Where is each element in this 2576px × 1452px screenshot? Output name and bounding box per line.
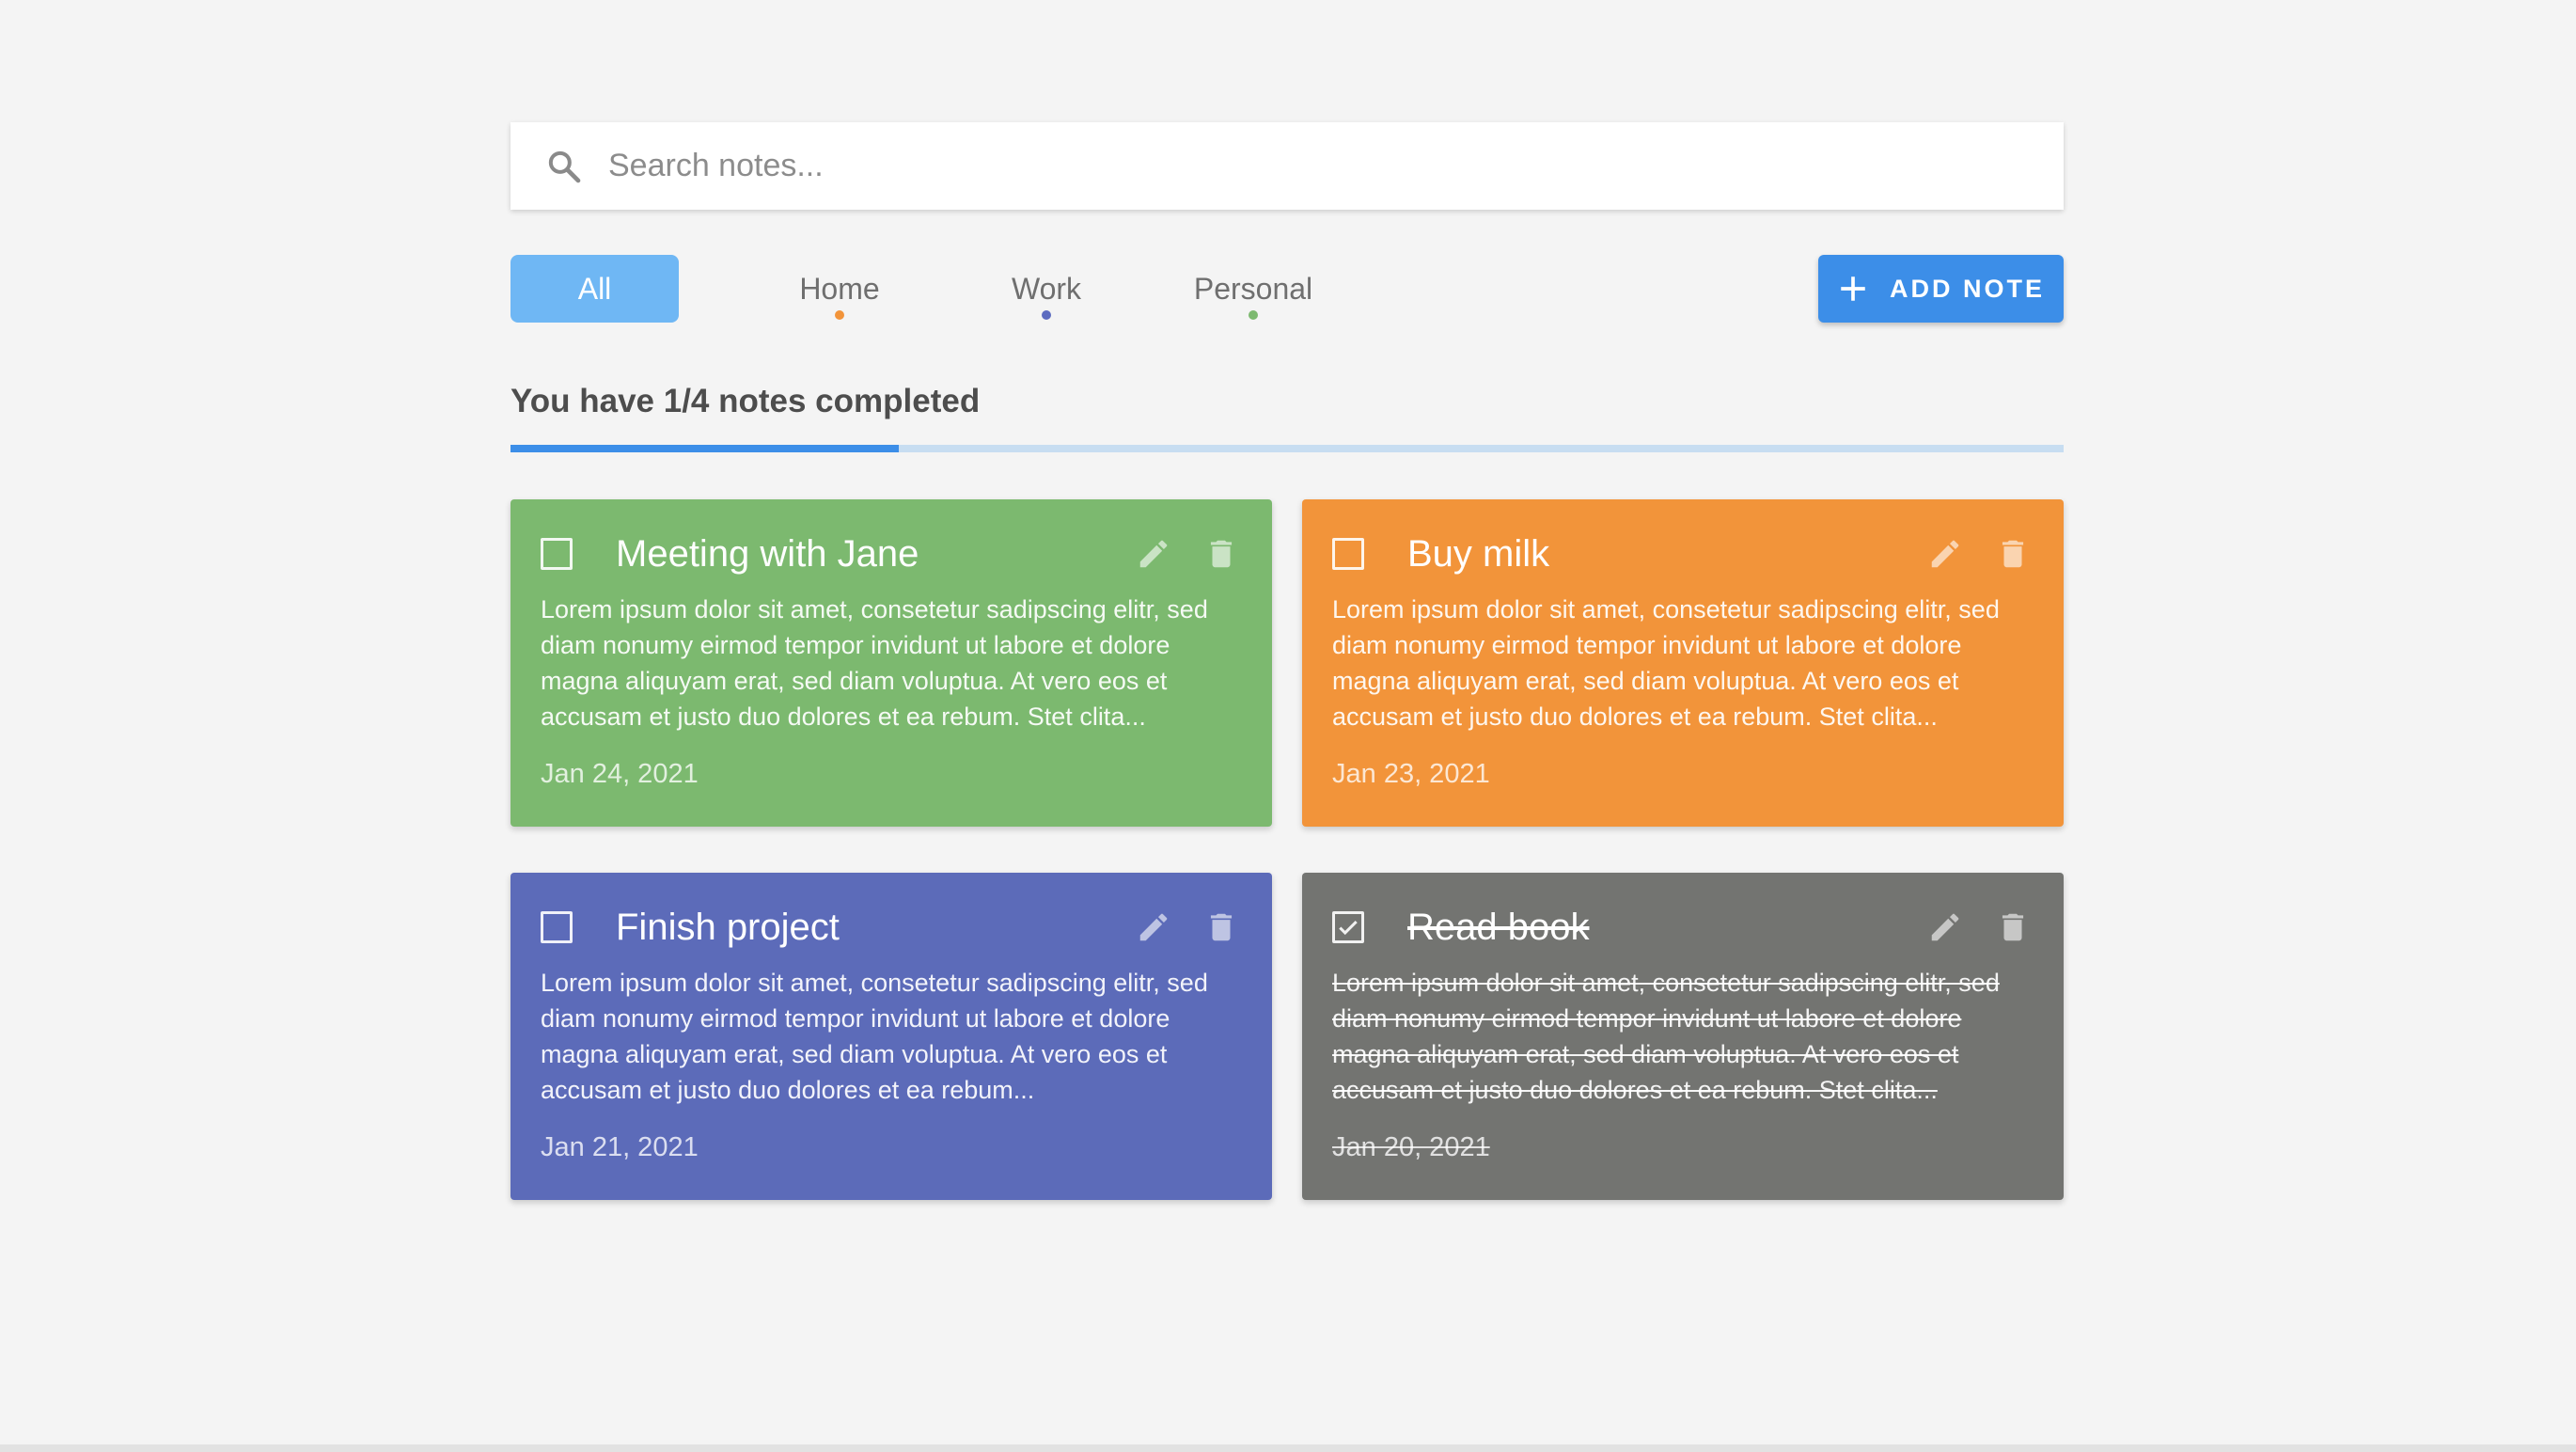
- note-body: Lorem ipsum dolor sit amet, consetetur s…: [1332, 595, 2000, 731]
- add-note-label: ADD NOTE: [1890, 274, 2045, 303]
- filter-all-tab[interactable]: All: [510, 255, 679, 323]
- note-date: Jan 23, 2021: [1332, 759, 1490, 789]
- filter-label: Work: [1011, 271, 1082, 306]
- note-card: Meeting with Jane Lorem ipsum dolor sit …: [510, 499, 1272, 827]
- pencil-icon[interactable]: [1924, 907, 1966, 948]
- personal-category-dot: [1249, 310, 1258, 320]
- pencil-icon[interactable]: [1133, 907, 1174, 948]
- note-title: Read book: [1407, 906, 1590, 948]
- trash-icon[interactable]: [1992, 533, 2034, 575]
- trash-icon[interactable]: [1201, 533, 1242, 575]
- notes-grid: Meeting with Jane Lorem ipsum dolor sit …: [510, 499, 2064, 1205]
- work-category-dot: [1042, 310, 1051, 320]
- note-date: Jan 21, 2021: [541, 1132, 699, 1162]
- note-card: Buy milk Lorem ipsum dolor sit amet, con…: [1302, 499, 2064, 827]
- note-title: Finish project: [616, 906, 840, 948]
- filter-label: Home: [799, 271, 880, 306]
- progress-bar: [510, 445, 2064, 452]
- note-header: Finish project: [541, 907, 1242, 948]
- filter-home-tab[interactable]: Home: [746, 255, 934, 323]
- note-date: Jan 20, 2021: [1332, 1132, 1490, 1162]
- filter-work-tab[interactable]: Work: [952, 255, 1140, 323]
- plus-icon: [1837, 273, 1869, 305]
- note-checkbox[interactable]: [1332, 911, 1364, 943]
- check-icon: [1339, 920, 1358, 936]
- main-container: All Home Work Personal: [510, 122, 2064, 1205]
- note-body: Lorem ipsum dolor sit amet, consetetur s…: [541, 969, 1208, 1104]
- note-header: Meeting with Jane: [541, 533, 1242, 575]
- note-header: Read book: [1332, 907, 2034, 948]
- note-title: Buy milk: [1407, 532, 1550, 575]
- progress-label: You have 1/4 notes completed: [510, 383, 981, 419]
- page-bottom-border: [0, 1444, 2576, 1452]
- trash-icon[interactable]: [1992, 907, 2034, 948]
- filter-label: Personal: [1193, 271, 1313, 306]
- note-title: Meeting with Jane: [616, 532, 919, 575]
- home-category-dot: [835, 310, 844, 320]
- add-note-button[interactable]: ADD NOTE: [1818, 255, 2064, 323]
- note-checkbox[interactable]: [541, 538, 573, 570]
- filter-label: All: [577, 271, 612, 306]
- pencil-icon[interactable]: [1924, 533, 1966, 575]
- trash-icon[interactable]: [1201, 907, 1242, 948]
- filter-personal-tab[interactable]: Personal: [1150, 255, 1357, 323]
- search-input[interactable]: [606, 147, 1926, 185]
- search-bar: [510, 122, 2064, 210]
- note-card: Finish project Lorem ipsum dolor sit ame…: [510, 873, 1272, 1200]
- progress-bar-fill: [510, 445, 899, 452]
- pencil-icon[interactable]: [1133, 533, 1174, 575]
- note-body: Lorem ipsum dolor sit amet, consetetur s…: [1332, 969, 2000, 1104]
- note-date: Jan 24, 2021: [541, 759, 699, 789]
- note-header: Buy milk: [1332, 533, 2034, 575]
- note-checkbox[interactable]: [1332, 538, 1364, 570]
- search-icon: [544, 147, 584, 186]
- note-body: Lorem ipsum dolor sit amet, consetetur s…: [541, 595, 1208, 731]
- note-checkbox[interactable]: [541, 911, 573, 943]
- notes-app: All Home Work Personal: [0, 0, 2576, 1452]
- note-card: Read book Lorem ipsum dolor sit amet, co…: [1302, 873, 2064, 1200]
- filter-bar: All Home Work Personal ADD NOTE: [510, 255, 2064, 323]
